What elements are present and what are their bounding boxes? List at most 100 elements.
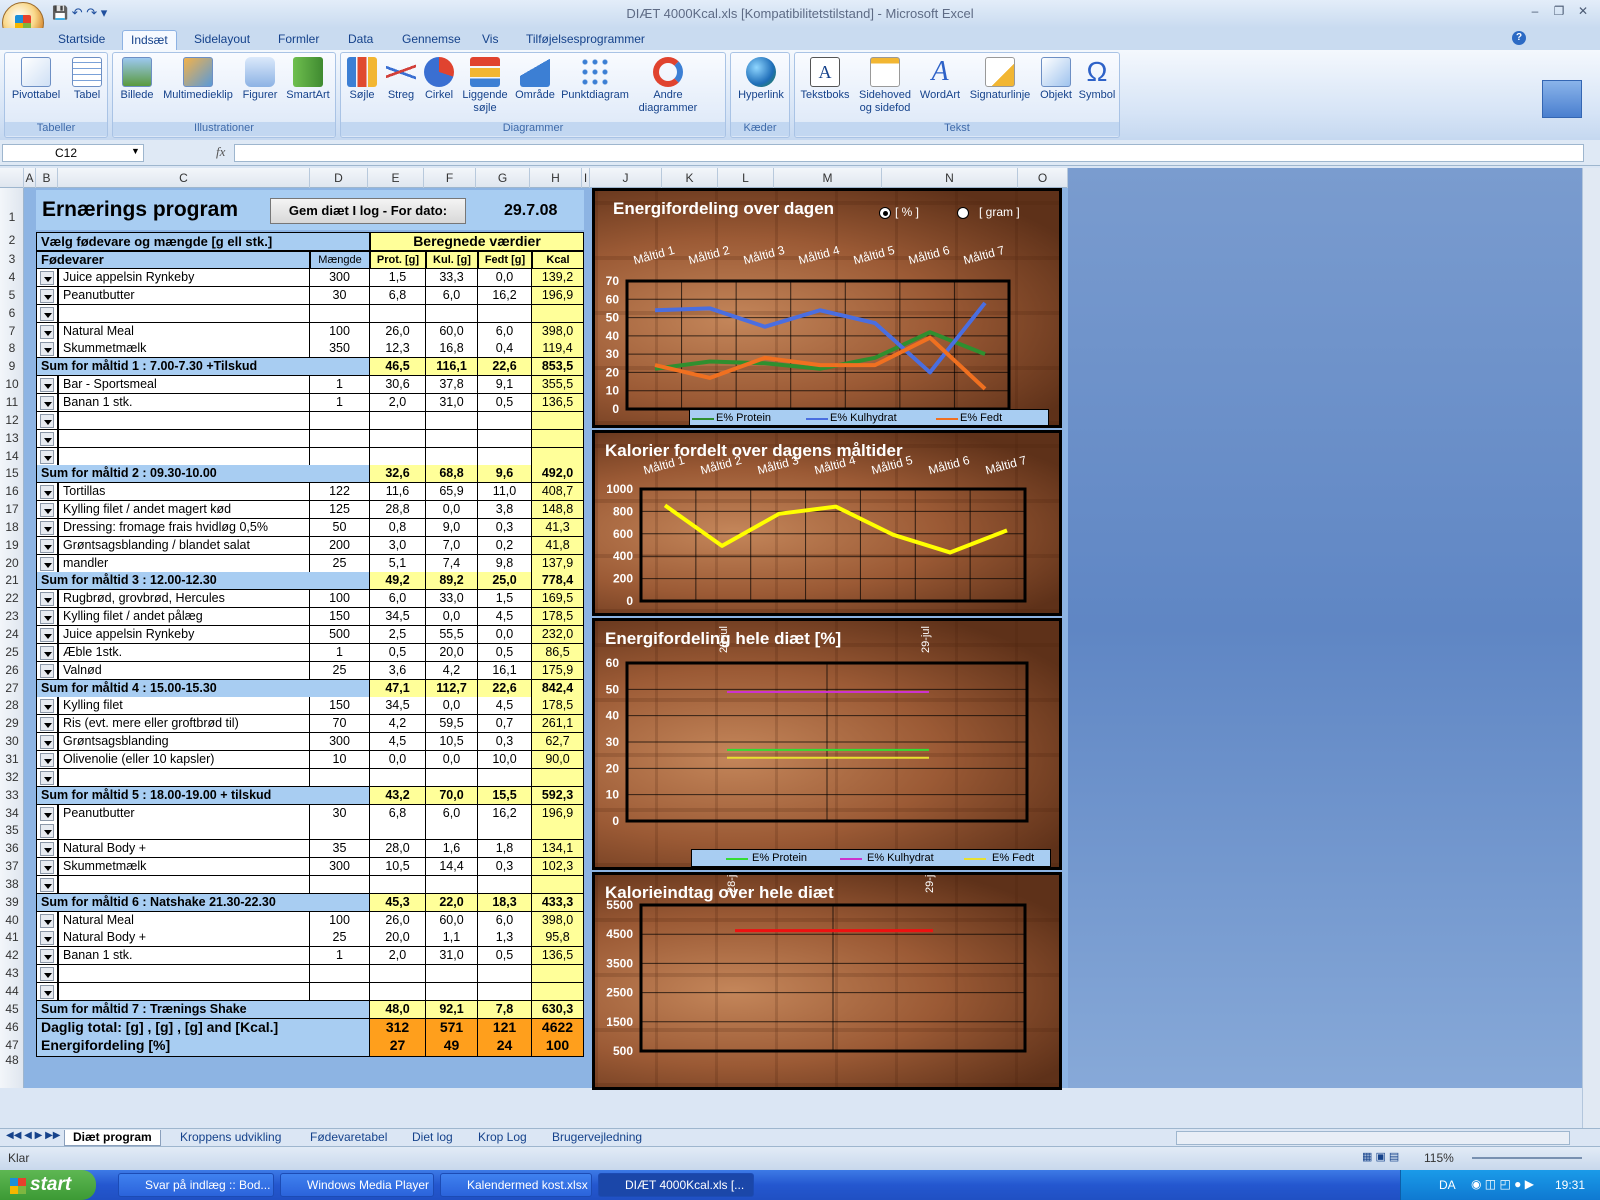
food-name-cell[interactable] xyxy=(58,412,310,430)
food-name-cell[interactable]: Kylling filet / andet magert kød xyxy=(58,501,310,519)
signaturlinje-button[interactable]: Signaturlinje xyxy=(965,57,1035,102)
food-name-cell[interactable]: Natural Body + xyxy=(58,929,310,947)
row-header[interactable]: 34 xyxy=(0,806,24,820)
row-header[interactable]: 28 xyxy=(0,698,24,712)
col-header-m[interactable]: M xyxy=(774,168,882,188)
row-header[interactable]: 33 xyxy=(0,788,24,802)
qty-cell[interactable] xyxy=(310,965,370,983)
tab-data[interactable]: Data xyxy=(340,30,381,50)
food-dropdown-icon[interactable] xyxy=(40,807,54,821)
row-header[interactable]: 4 xyxy=(0,270,24,284)
qty-cell[interactable]: 10 xyxy=(310,751,370,769)
col-header-k[interactable]: K xyxy=(662,168,718,188)
col-header-g[interactable]: G xyxy=(476,168,530,188)
streg-button[interactable]: Streg xyxy=(383,57,419,102)
food-dropdown-icon[interactable] xyxy=(40,289,54,303)
food-name-cell[interactable]: Æble 1stk. xyxy=(58,644,310,662)
row-header[interactable]: 26 xyxy=(0,663,24,677)
wordart-button[interactable]: A WordArt xyxy=(917,57,963,102)
food-name-cell[interactable]: Skummetmælk xyxy=(58,340,310,358)
cirkel-button[interactable]: Cirkel xyxy=(421,57,457,102)
sheet-tab-foedevaretabel[interactable]: Fødevaretabel xyxy=(302,1130,395,1146)
chart-calories-meals[interactable]: Kalorier fordelt over dagens måltider 10… xyxy=(592,430,1062,616)
qty-cell[interactable]: 100 xyxy=(310,912,370,930)
row-header[interactable]: 18 xyxy=(0,520,24,534)
log-date[interactable]: 29.7.08 xyxy=(504,202,557,220)
name-box-dropdown-icon[interactable]: ▼ xyxy=(131,146,140,156)
row-header[interactable]: 38 xyxy=(0,877,24,891)
row-header[interactable]: 27 xyxy=(0,681,24,695)
food-name-cell[interactable]: Peanutbutter xyxy=(58,805,310,823)
chart-energy-diet[interactable]: Energifordeling hele diæt [%] 60 50 40 30 20… xyxy=(592,618,1062,870)
food-dropdown-icon[interactable] xyxy=(40,432,54,446)
qty-cell[interactable]: 1 xyxy=(310,376,370,394)
col-header-h[interactable]: H xyxy=(530,168,582,188)
food-name-cell[interactable]: Natural Meal xyxy=(58,323,310,341)
qty-cell[interactable]: 300 xyxy=(310,858,370,876)
language-indicator[interactable]: DA xyxy=(1439,1178,1456,1192)
food-dropdown-icon[interactable] xyxy=(40,342,54,356)
food-dropdown-icon[interactable] xyxy=(40,450,54,464)
row-header[interactable]: 47 xyxy=(0,1038,24,1052)
qty-cell[interactable]: 350 xyxy=(310,340,370,358)
sheet-tab-brugervejledning[interactable]: Brugervejledning xyxy=(544,1130,650,1146)
qty-cell[interactable] xyxy=(310,448,370,466)
vertical-scrollbar[interactable] xyxy=(1582,168,1600,1128)
col-header-i[interactable]: I xyxy=(582,168,590,188)
row-header[interactable]: 20 xyxy=(0,556,24,570)
task-excel[interactable]: DIÆT 4000Kcal.xls [... xyxy=(598,1173,754,1197)
qty-cell[interactable]: 1 xyxy=(310,947,370,965)
food-name-cell[interactable]: Banan 1 stk. xyxy=(58,394,310,412)
tabel-button[interactable]: Tabel xyxy=(67,57,107,102)
zoom-level[interactable]: 115% xyxy=(1424,1151,1454,1165)
food-name-cell[interactable]: Kylling filet / andet pålæg xyxy=(58,608,310,626)
sheet-tab-kroppens-udvikling[interactable]: Kroppens udvikling xyxy=(172,1130,289,1146)
minimize-icon[interactable]: – xyxy=(1524,4,1546,22)
row-header[interactable]: 46 xyxy=(0,1020,24,1034)
row-header[interactable]: 30 xyxy=(0,734,24,748)
food-name-cell[interactable]: Natural Body + xyxy=(58,840,310,858)
row-header[interactable]: 15 xyxy=(0,466,24,480)
row-header[interactable]: 37 xyxy=(0,859,24,873)
food-name-cell[interactable] xyxy=(58,965,310,983)
qty-cell[interactable]: 300 xyxy=(310,269,370,287)
row-header[interactable]: 25 xyxy=(0,645,24,659)
row-header[interactable]: 43 xyxy=(0,966,24,980)
food-name-cell[interactable]: Kylling filet xyxy=(58,697,310,715)
col-header-d[interactable]: D xyxy=(310,168,368,188)
qty-cell[interactable]: 150 xyxy=(310,697,370,715)
food-name-cell[interactable] xyxy=(58,305,310,323)
food-dropdown-icon[interactable] xyxy=(40,699,54,713)
qty-cell[interactable] xyxy=(310,983,370,1001)
sheet-tab-diet-log[interactable]: Diet log xyxy=(404,1130,461,1146)
food-name-cell[interactable] xyxy=(58,448,310,466)
col-header-b[interactable]: B xyxy=(36,168,58,188)
sheet-tab-diaet-program[interactable]: Diæt program xyxy=(64,1130,161,1146)
task-media-player[interactable]: Windows Media Player xyxy=(280,1173,434,1197)
name-box[interactable]: C12 xyxy=(2,144,144,162)
close-icon[interactable]: ✕ xyxy=(1572,4,1594,22)
row-header[interactable]: 6 xyxy=(0,306,24,320)
food-dropdown-icon[interactable] xyxy=(40,646,54,660)
task-kalender[interactable]: Kalendermed kost.xlsx xyxy=(440,1173,592,1197)
symbol-button[interactable]: Ω Symbol xyxy=(1077,57,1117,102)
food-name-cell[interactable]: Bar - Sportsmeal xyxy=(58,376,310,394)
save-log-button[interactable]: Gem diæt I log - For dato: xyxy=(270,198,466,224)
formula-input[interactable] xyxy=(234,144,1584,162)
food-dropdown-icon[interactable] xyxy=(40,592,54,606)
food-dropdown-icon[interactable] xyxy=(40,610,54,624)
qty-cell[interactable]: 25 xyxy=(310,555,370,573)
qty-cell[interactable]: 150 xyxy=(310,608,370,626)
col-header-c[interactable]: C xyxy=(58,168,310,188)
food-dropdown-icon[interactable] xyxy=(40,396,54,410)
qty-cell[interactable] xyxy=(310,430,370,448)
row-header[interactable]: 16 xyxy=(0,484,24,498)
task-browser[interactable]: Svar på indlæg :: Bod... xyxy=(118,1173,274,1197)
liggende-sojle-button[interactable]: Liggende søjle xyxy=(459,57,511,115)
tab-indsaet[interactable]: Indsæt xyxy=(122,30,177,50)
qty-cell[interactable] xyxy=(310,412,370,430)
qty-cell[interactable]: 1 xyxy=(310,394,370,412)
food-dropdown-icon[interactable] xyxy=(40,503,54,517)
tab-startside[interactable]: Startside xyxy=(50,30,113,50)
food-dropdown-icon[interactable] xyxy=(40,860,54,874)
